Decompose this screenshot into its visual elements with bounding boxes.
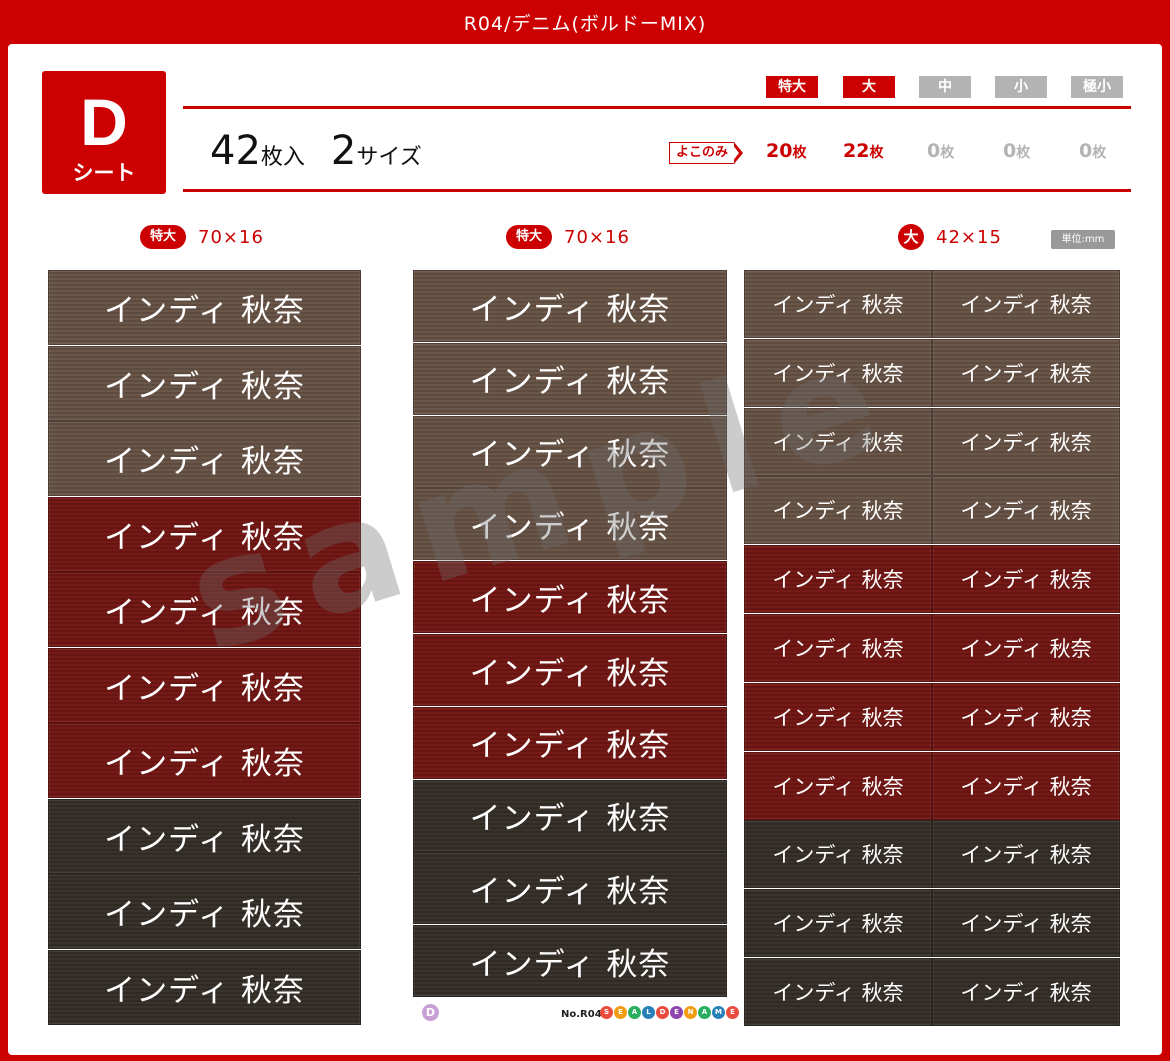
name-label: インディ 秋奈 [413, 415, 727, 488]
product-number: No.R04 [561, 1009, 602, 1020]
name-label: インディ 秋奈 [48, 723, 361, 798]
name-label: インディ 秋奈 [413, 925, 727, 998]
name-label: インディ 秋奈 [932, 614, 1120, 682]
sheet-label: シート [72, 161, 136, 185]
name-label: インディ 秋奈 [932, 270, 1120, 338]
name-label: インディ 秋奈 [932, 476, 1120, 545]
name-label: インディ 秋奈 [932, 682, 1120, 751]
column-header-3: 大 42×15 [898, 224, 1002, 250]
size-pill-l: 大 [843, 76, 895, 98]
name-label: インディ 秋奈 [744, 889, 932, 958]
qty-xl: 20枚 [766, 140, 807, 162]
size-dimensions: 70×16 [564, 226, 630, 248]
name-label: インディ 秋奈 [413, 779, 727, 852]
brand-letter: E [726, 1006, 739, 1019]
name-label: インディ 秋奈 [932, 545, 1120, 614]
brand-letter: A [698, 1006, 711, 1019]
column-header-2: 特大 70×16 [506, 224, 630, 250]
name-label: インディ 秋奈 [932, 889, 1120, 958]
column-header-1: 特大 70×16 [140, 224, 264, 250]
name-label: インディ 秋奈 [932, 338, 1120, 407]
name-label: インディ 秋奈 [932, 751, 1120, 820]
size-pill-xs: 極小 [1071, 76, 1123, 98]
name-label: インディ 秋奈 [744, 545, 932, 614]
name-label: インディ 秋奈 [413, 488, 727, 561]
name-label: インディ 秋奈 [48, 949, 361, 1025]
count-value: 42 [210, 128, 261, 174]
size-dimensions: 42×15 [936, 226, 1002, 248]
name-label: インディ 秋奈 [932, 820, 1120, 889]
name-label: インディ 秋奈 [48, 270, 361, 345]
name-label: インディ 秋奈 [744, 958, 932, 1026]
bottom-rule [183, 189, 1131, 192]
name-label: インディ 秋奈 [413, 270, 727, 342]
size-tag: 特大 [140, 225, 187, 249]
size-tag: 特大 [506, 225, 553, 249]
brand-letter: E [614, 1006, 627, 1019]
brand-letter: S [600, 1006, 613, 1019]
sizes-unit: サイズ [356, 145, 422, 170]
name-label: インディ 秋奈 [744, 682, 932, 751]
brand-letter: E [670, 1006, 683, 1019]
count-summary: 42枚入 2サイズ [210, 128, 422, 174]
brand-letter: D [656, 1006, 669, 1019]
qty-xs: 0枚 [1079, 140, 1107, 162]
brand-letter: A [628, 1006, 641, 1019]
name-label: インディ 秋奈 [932, 958, 1120, 1026]
sizes-value: 2 [330, 128, 357, 174]
name-label: インディ 秋奈 [744, 820, 932, 889]
name-label: インディ 秋奈 [413, 342, 727, 415]
name-label: インディ 秋奈 [932, 407, 1120, 476]
name-label: インディ 秋奈 [48, 345, 361, 421]
name-label: インディ 秋奈 [48, 874, 361, 949]
title-bar: R04/デニム(ボルドーMIX) [0, 0, 1170, 44]
size-dimensions: 70×16 [198, 226, 264, 248]
name-label: インディ 秋奈 [744, 270, 932, 338]
name-label: インディ 秋奈 [48, 572, 361, 647]
name-label: インディ 秋奈 [744, 614, 932, 682]
qty-s: 0枚 [1003, 140, 1031, 162]
size-pill-m: 中 [919, 76, 971, 98]
name-label: インディ 秋奈 [48, 421, 361, 496]
yoko-label: よこのみ [669, 142, 735, 164]
size-pill-xl: 特大 [766, 76, 818, 98]
name-label: インディ 秋奈 [744, 751, 932, 820]
name-label: インディ 秋奈 [48, 798, 361, 874]
count-unit: 枚入 [260, 145, 305, 170]
qty-m: 0枚 [927, 140, 955, 162]
name-label: インディ 秋奈 [744, 407, 932, 476]
sheet-d-mark: D [422, 1004, 439, 1021]
name-label: インディ 秋奈 [744, 476, 932, 545]
name-label: インディ 秋奈 [413, 706, 727, 779]
size-tag: 大 [898, 224, 924, 250]
name-label: インディ 秋奈 [48, 496, 361, 572]
sheet-letter: D [80, 85, 128, 159]
qty-l: 22枚 [843, 140, 884, 162]
yoko-only-tag: よこのみ [669, 142, 744, 164]
name-label: インディ 秋奈 [48, 647, 361, 723]
size-pill-s: 小 [995, 76, 1047, 98]
name-label: インディ 秋奈 [413, 561, 727, 634]
brand-letter: M [712, 1006, 725, 1019]
arrow-right-icon [732, 142, 744, 164]
sheet-type-badge: D シート [42, 71, 166, 194]
brand-logo: SEALDENAME [600, 1006, 739, 1019]
unit-note: 単位:mm [1051, 230, 1115, 249]
page-title: R04/デニム(ボルドーMIX) [463, 12, 707, 35]
name-label: インディ 秋奈 [744, 338, 932, 407]
name-label: インディ 秋奈 [413, 852, 727, 925]
top-rule [183, 106, 1131, 109]
brand-letter: L [642, 1006, 655, 1019]
name-label: インディ 秋奈 [413, 634, 727, 706]
brand-letter: N [684, 1006, 697, 1019]
